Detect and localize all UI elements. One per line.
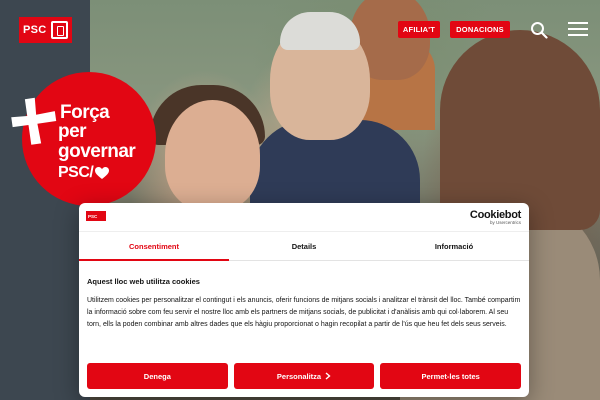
logo-text: PSC <box>23 24 47 36</box>
tab-informacio[interactable]: Informació <box>379 232 529 260</box>
slogan-signature: PSC/ <box>58 164 110 181</box>
cookie-consent-dialog: PSC Cookiebot by Usercentrics Consentime… <box>79 203 529 397</box>
slogan-line: Força <box>60 102 110 123</box>
logo-mark-icon <box>51 21 68 39</box>
cookie-body: Aquest lloc web utilitza cookies Utilitz… <box>79 261 529 331</box>
background-person <box>280 12 360 50</box>
tab-details[interactable]: Details <box>229 232 379 260</box>
allow-all-button[interactable]: Permet-les totes <box>380 363 522 389</box>
site-logo[interactable]: PSC <box>19 17 72 43</box>
deny-button[interactable]: Denega <box>87 363 228 389</box>
hamburger-menu-icon[interactable] <box>568 21 588 37</box>
afilia-button[interactable]: AFILIA'T <box>398 21 440 38</box>
slogan-line: governar <box>58 141 136 162</box>
background-person <box>440 30 600 230</box>
site-logo-small: PSC <box>86 211 106 221</box>
customize-button[interactable]: Personalitza <box>233 363 375 389</box>
tab-consentiment[interactable]: Consentiment <box>79 232 229 261</box>
cookie-heading: Aquest lloc web utilitza cookies <box>87 277 200 286</box>
slogan-line: per <box>58 121 87 142</box>
slogan-psc-text: PSC/ <box>58 164 94 181</box>
cookie-description: Utilitzem cookies per personalitzar el c… <box>87 297 521 328</box>
cookie-tabs: Consentiment Details Informació <box>79 231 529 261</box>
cookie-buttons: Denega Personalitza Permet-les totes <box>87 363 522 389</box>
search-icon[interactable] <box>530 21 548 39</box>
cookie-dialog-header: PSC Cookiebot by Usercentrics <box>79 203 529 231</box>
heart-icon <box>95 166 110 179</box>
cookiebot-logo[interactable]: Cookiebot by Usercentrics <box>470 209 521 225</box>
chevron-right-icon <box>325 372 331 380</box>
donacions-button[interactable]: DONACIONS <box>450 21 510 38</box>
background-person <box>165 100 260 210</box>
cross-mark-icon <box>11 97 57 145</box>
